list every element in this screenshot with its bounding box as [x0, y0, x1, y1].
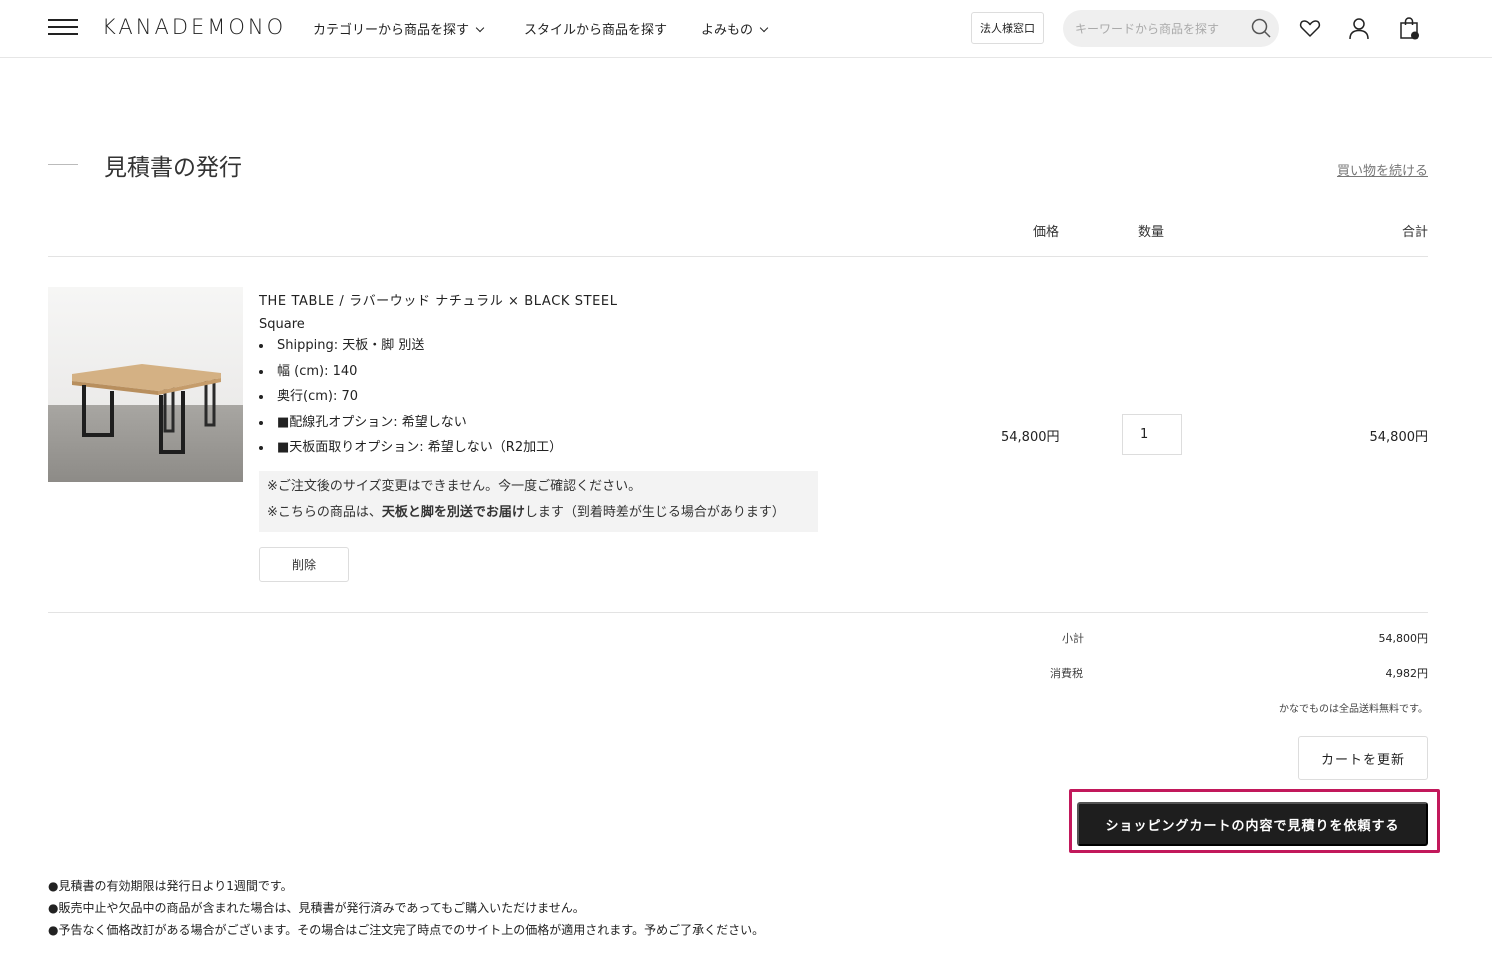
title-divider — [48, 164, 78, 165]
nav-style[interactable]: スタイルから商品を探す — [524, 19, 667, 38]
account-icon[interactable] — [1347, 16, 1371, 40]
quantity-input[interactable] — [1122, 414, 1182, 455]
tax-value: 4,982円 — [1385, 667, 1429, 680]
heart-icon[interactable] — [1298, 16, 1322, 40]
product-name[interactable]: THE TABLE / ラバーウッド ナチュラル × BLACK STEEL — [259, 290, 618, 309]
footnote-item: ●販売中止や欠品中の商品が含まれた場合は、見積書が発行済みであってもご購入いただ… — [48, 901, 585, 915]
search-box — [1063, 10, 1279, 47]
menu-icon[interactable] — [48, 19, 78, 37]
item-price: 54,800円 — [1001, 430, 1060, 445]
update-cart-button[interactable]: カートを更新 — [1298, 736, 1428, 780]
continue-shopping-link[interactable]: 買い物を続ける — [1337, 160, 1428, 179]
product-variant: Square — [259, 317, 305, 332]
product-options: Shipping: 天板・脚 別送 幅 (cm): 140 奥行(cm): 70… — [259, 337, 562, 465]
search-input[interactable] — [1075, 10, 1245, 47]
page-title: 見積書の発行 — [104, 155, 242, 181]
notice-line-2: ※こちらの商品は、天板と脚を別送でお届けします（到着時差が生じる場合があります） — [267, 505, 785, 520]
product-notice: ※ご注文後のサイズ変更はできません。今一度ご確認ください。 ※こちらの商品は、天… — [259, 471, 818, 532]
product-image[interactable] — [48, 287, 243, 482]
request-quote-button[interactable]: ショッピングカートの内容で見積りを依頼する — [1077, 802, 1428, 846]
site-logo[interactable]: KANADEMONO — [102, 15, 286, 39]
business-contact-button[interactable]: 法人様窓口 — [971, 12, 1044, 44]
chevron-down-icon — [759, 23, 769, 33]
option-shipping: Shipping: 天板・脚 別送 — [259, 337, 562, 363]
nav-style-label: スタイルから商品を探す — [524, 23, 668, 38]
option-chamfer: ■天板面取りオプション: 希望しない（R2加工） — [259, 439, 562, 465]
footnotes: ●見積書の有効期限は発行日より1週間です。 ●販売中止や欠品中の商品が含まれた場… — [48, 877, 764, 943]
search-icon[interactable] — [1251, 18, 1271, 38]
option-width: 幅 (cm): 140 — [259, 363, 562, 389]
nav-reading-label: よみもの — [701, 23, 754, 38]
delete-button[interactable]: 削除 — [259, 547, 349, 582]
chevron-down-icon — [475, 23, 485, 33]
footnote-item: ●見積書の有効期限は発行日より1週間です。 — [48, 879, 293, 893]
subtotal-label: 小計 — [1062, 632, 1084, 645]
notice-line-1: ※ご注文後のサイズ変更はできません。今一度ご確認ください。 — [267, 479, 642, 494]
summary-divider — [48, 612, 1428, 613]
table-divider — [48, 256, 1428, 257]
site-header: KANADEMONO カテゴリーから商品を探す スタイルから商品を探す よみもの… — [0, 0, 1492, 58]
nav-category[interactable]: カテゴリーから商品を探す — [313, 19, 485, 38]
nav-category-label: カテゴリーから商品を探す — [313, 23, 470, 38]
cart-icon[interactable] — [1397, 16, 1421, 40]
item-total: 54,800円 — [1369, 430, 1429, 445]
free-shipping-note: かなでものは全品送料無料です。 — [1279, 704, 1428, 715]
option-depth: 奥行(cm): 70 — [259, 388, 562, 414]
subtotal-value: 54,800円 — [1378, 632, 1429, 645]
tax-label: 消費税 — [1050, 667, 1083, 680]
column-header-total: 合計 — [1401, 225, 1428, 240]
option-wiring-hole: ■配線孔オプション: 希望しない — [259, 414, 562, 440]
column-header-quantity: 数量 — [1138, 225, 1165, 240]
column-header-price: 価格 — [1033, 225, 1060, 240]
nav-reading[interactable]: よみもの — [701, 19, 769, 38]
footnote-item: ●予告なく価格改訂がある場合がございます。その場合はご注文完了時点でのサイト上の… — [48, 923, 765, 937]
